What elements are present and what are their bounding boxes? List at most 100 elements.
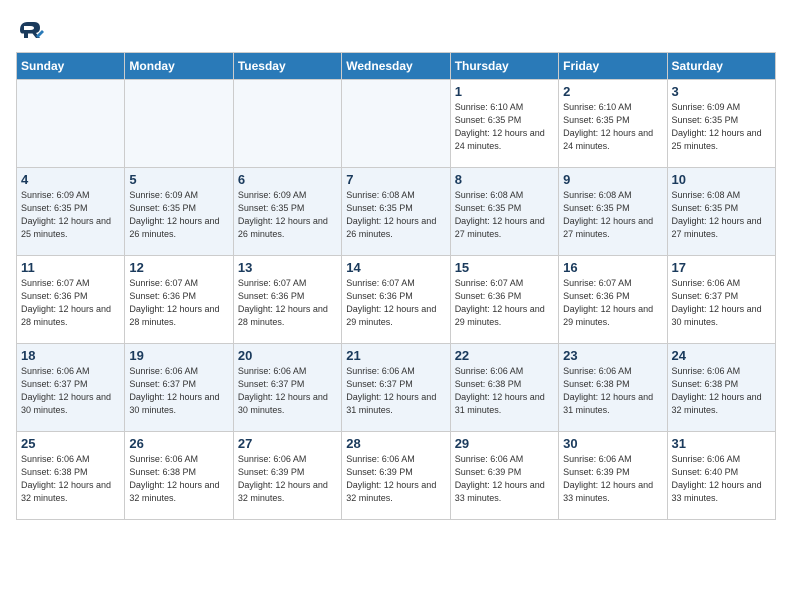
cell-info: Sunrise: 6:06 AM Sunset: 6:38 PM Dayligh… — [563, 365, 662, 417]
day-number: 22 — [455, 348, 554, 363]
day-number: 11 — [21, 260, 120, 275]
calendar-cell: 23 Sunrise: 6:06 AM Sunset: 6:38 PM Dayli… — [559, 344, 667, 432]
calendar-cell: 25Sunrise: 6:06 AM Sunset: 6:38 PM Dayli… — [17, 432, 125, 520]
day-number: 14 — [346, 260, 445, 275]
cell-info: Sunrise: 6:06 AM Sunset: 6:37 PM Dayligh… — [238, 365, 337, 417]
calendar-week-3: 11 Sunrise: 6:07 AM Sunset: 6:36 PM Dayli… — [17, 256, 776, 344]
calendar-cell — [125, 80, 233, 168]
calendar-cell: 9 Sunrise: 6:08 AM Sunset: 6:35 PM Daylig… — [559, 168, 667, 256]
calendar-week-2: 4 Sunrise: 6:09 AM Sunset: 6:35 PM Daylig… — [17, 168, 776, 256]
day-number: 29 — [455, 436, 554, 451]
day-number: 12 — [129, 260, 228, 275]
day-header-saturday: Saturday — [667, 53, 775, 80]
calendar-cell: 16 Sunrise: 6:07 AM Sunset: 6:36 PM Dayli… — [559, 256, 667, 344]
calendar-cell: 18Sunrise: 6:06 AM Sunset: 6:37 PM Dayli… — [17, 344, 125, 432]
calendar-cell: 1Sunrise: 6:10 AM Sunset: 6:35 PM Daylig… — [450, 80, 558, 168]
cell-info: Sunrise: 6:10 AM Sunset: 6:35 PM Dayligh… — [563, 101, 662, 153]
cell-info: Sunrise: 6:06 AM Sunset: 6:37 PM Dayligh… — [672, 277, 771, 329]
calendar-cell: 30 Sunrise: 6:06 AM Sunset: 6:39 PM Dayli… — [559, 432, 667, 520]
calendar-week-4: 18 Sunrise: 6:06 AM Sunset: 6:37 PM Dayli… — [17, 344, 776, 432]
calendar-cell — [342, 80, 450, 168]
cell-info: Sunrise: 6:07 AM Sunset: 6:36 PM Dayligh… — [455, 277, 554, 329]
cell-info: Sunrise: 6:06 AM Sunset: 6:39 PM Dayligh… — [455, 453, 554, 505]
calendar-cell: 21Sunrise: 6:06 AM Sunset: 6:37 PM Dayli… — [342, 344, 450, 432]
cell-info: Sunrise: 6:09 AM Sunset: 6:35 PM Dayligh… — [129, 189, 228, 241]
cell-info: Sunrise: 6:07 AM Sunset: 6:36 PM Dayligh… — [563, 277, 662, 329]
calendar-cell: 28 Sunrise: 6:06 AM Sunset: 6:39 PM Dayli… — [342, 432, 450, 520]
calendar-cell: 10 Sunrise: 6:08 AM Sunset: 6:35 PM Dayli… — [667, 168, 775, 256]
calendar-body: 1 Sunrise: 6:10 AM Sunset: 6:35 PM Daylig… — [17, 80, 776, 520]
cell-info: Sunrise: 6:08 AM Sunset: 6:35 PM Dayligh… — [455, 189, 554, 241]
day-number: 16 — [563, 260, 662, 275]
day-header-sunday: Sunday — [17, 53, 125, 80]
day-header-thursday: Thursday — [450, 53, 558, 80]
calendar-cell: 4 Sunrise: 6:09 AM Sunset: 6:35 PM Daylig… — [17, 168, 125, 256]
cell-info: Sunrise: 6:06 AM Sunset: 6:38 PM Dayligh… — [129, 453, 228, 505]
cell-info: Sunrise: 6:06 AM Sunset: 6:39 PM Dayligh… — [346, 453, 445, 505]
cell-info: Sunrise: 6:08 AM Sunset: 6:35 PM Dayligh… — [346, 189, 445, 241]
day-number: 31 — [672, 436, 771, 451]
cell-info: Sunrise: 6:06 AM Sunset: 6:40 PM Dayligh… — [672, 453, 771, 505]
cell-info: Sunrise: 6:09 AM Sunset: 6:35 PM Dayligh… — [672, 101, 771, 153]
calendar-cell — [233, 80, 341, 168]
day-number: 24 — [672, 348, 771, 363]
day-number: 2 — [563, 84, 662, 99]
day-number: 30 — [563, 436, 662, 451]
cell-info: Sunrise: 6:06 AM Sunset: 6:38 PM Dayligh… — [455, 365, 554, 417]
cell-info: Sunrise: 6:09 AM Sunset: 6:35 PM Dayligh… — [21, 189, 120, 241]
day-header-monday: Monday — [125, 53, 233, 80]
cell-info: Sunrise: 6:06 AM Sunset: 6:37 PM Dayligh… — [129, 365, 228, 417]
calendar-cell: 29 Sunrise: 6:06 AM Sunset: 6:39 PM Dayli… — [450, 432, 558, 520]
day-number: 28 — [346, 436, 445, 451]
day-number: 10 — [672, 172, 771, 187]
day-number: 6 — [238, 172, 337, 187]
calendar-cell: 22 Sunrise: 6:06 AM Sunset: 6:38 PM Dayli… — [450, 344, 558, 432]
calendar-cell: 24 Sunrise: 6:06 AM Sunset: 6:38 PM Dayli… — [667, 344, 775, 432]
day-number: 5 — [129, 172, 228, 187]
calendar-cell: 11 Sunrise: 6:07 AM Sunset: 6:36 PM Dayli… — [17, 256, 125, 344]
day-number: 18 — [21, 348, 120, 363]
day-number: 1 — [455, 84, 554, 99]
day-header-wednesday: Wednesday — [342, 53, 450, 80]
cell-info: Sunrise: 6:08 AM Sunset: 6:35 PM Dayligh… — [672, 189, 771, 241]
page-header — [16, 16, 776, 44]
calendar-cell: 14Sunrise: 6:07 AM Sunset: 6:36 PM Dayli… — [342, 256, 450, 344]
cell-info: Sunrise: 6:06 AM Sunset: 6:39 PM Dayligh… — [563, 453, 662, 505]
calendar-cell: 7 Sunrise: 6:08 AM Sunset: 6:35 PM Daylig… — [342, 168, 450, 256]
calendar-table: SundayMondayTuesdayWednesdayThursdayFrid… — [16, 52, 776, 520]
logo — [16, 16, 48, 44]
cell-info: Sunrise: 6:07 AM Sunset: 6:36 PM Dayligh… — [238, 277, 337, 329]
day-number: 4 — [21, 172, 120, 187]
calendar-cell: 5 Sunrise: 6:09 AM Sunset: 6:35 PM Daylig… — [125, 168, 233, 256]
calendar-cell: 8 Sunrise: 6:08 AM Sunset: 6:35 PM Daylig… — [450, 168, 558, 256]
cell-info: Sunrise: 6:09 AM Sunset: 6:35 PM Dayligh… — [238, 189, 337, 241]
logo-icon — [16, 16, 44, 44]
day-header-tuesday: Tuesday — [233, 53, 341, 80]
cell-info: Sunrise: 6:08 AM Sunset: 6:35 PM Dayligh… — [563, 189, 662, 241]
day-number: 9 — [563, 172, 662, 187]
day-number: 19 — [129, 348, 228, 363]
day-number: 23 — [563, 348, 662, 363]
calendar-week-1: 1 Sunrise: 6:10 AM Sunset: 6:35 PM Daylig… — [17, 80, 776, 168]
day-number: 8 — [455, 172, 554, 187]
calendar-cell: 12 Sunrise: 6:07 AM Sunset: 6:36 PM Dayli… — [125, 256, 233, 344]
calendar-header-row: SundayMondayTuesdayWednesdayThursdayFrid… — [17, 53, 776, 80]
calendar-cell: 6 Sunrise: 6:09 AM Sunset: 6:35 PM Daylig… — [233, 168, 341, 256]
calendar-cell: 13Sunrise: 6:07 AM Sunset: 6:36 PM Dayli… — [233, 256, 341, 344]
calendar-cell: 26Sunrise: 6:06 AM Sunset: 6:38 PM Dayli… — [125, 432, 233, 520]
day-number: 7 — [346, 172, 445, 187]
calendar-cell: 20Sunrise: 6:06 AM Sunset: 6:37 PM Dayli… — [233, 344, 341, 432]
cell-info: Sunrise: 6:07 AM Sunset: 6:36 PM Dayligh… — [129, 277, 228, 329]
calendar-cell: 19 Sunrise: 6:06 AM Sunset: 6:37 PM Dayli… — [125, 344, 233, 432]
cell-info: Sunrise: 6:06 AM Sunset: 6:38 PM Dayligh… — [672, 365, 771, 417]
calendar-cell: 3Sunrise: 6:09 AM Sunset: 6:35 PM Daylig… — [667, 80, 775, 168]
cell-info: Sunrise: 6:07 AM Sunset: 6:36 PM Dayligh… — [21, 277, 120, 329]
calendar-week-5: 25Sunrise: 6:06 AM Sunset: 6:38 PM Dayli… — [17, 432, 776, 520]
calendar-cell — [17, 80, 125, 168]
day-header-friday: Friday — [559, 53, 667, 80]
day-number: 21 — [346, 348, 445, 363]
calendar-cell: 27Sunrise: 6:06 AM Sunset: 6:39 PM Dayli… — [233, 432, 341, 520]
day-number: 27 — [238, 436, 337, 451]
calendar-cell: 31 Sunrise: 6:06 AM Sunset: 6:40 PM Dayli… — [667, 432, 775, 520]
calendar-cell: 2 Sunrise: 6:10 AM Sunset: 6:35 PM Daylig… — [559, 80, 667, 168]
